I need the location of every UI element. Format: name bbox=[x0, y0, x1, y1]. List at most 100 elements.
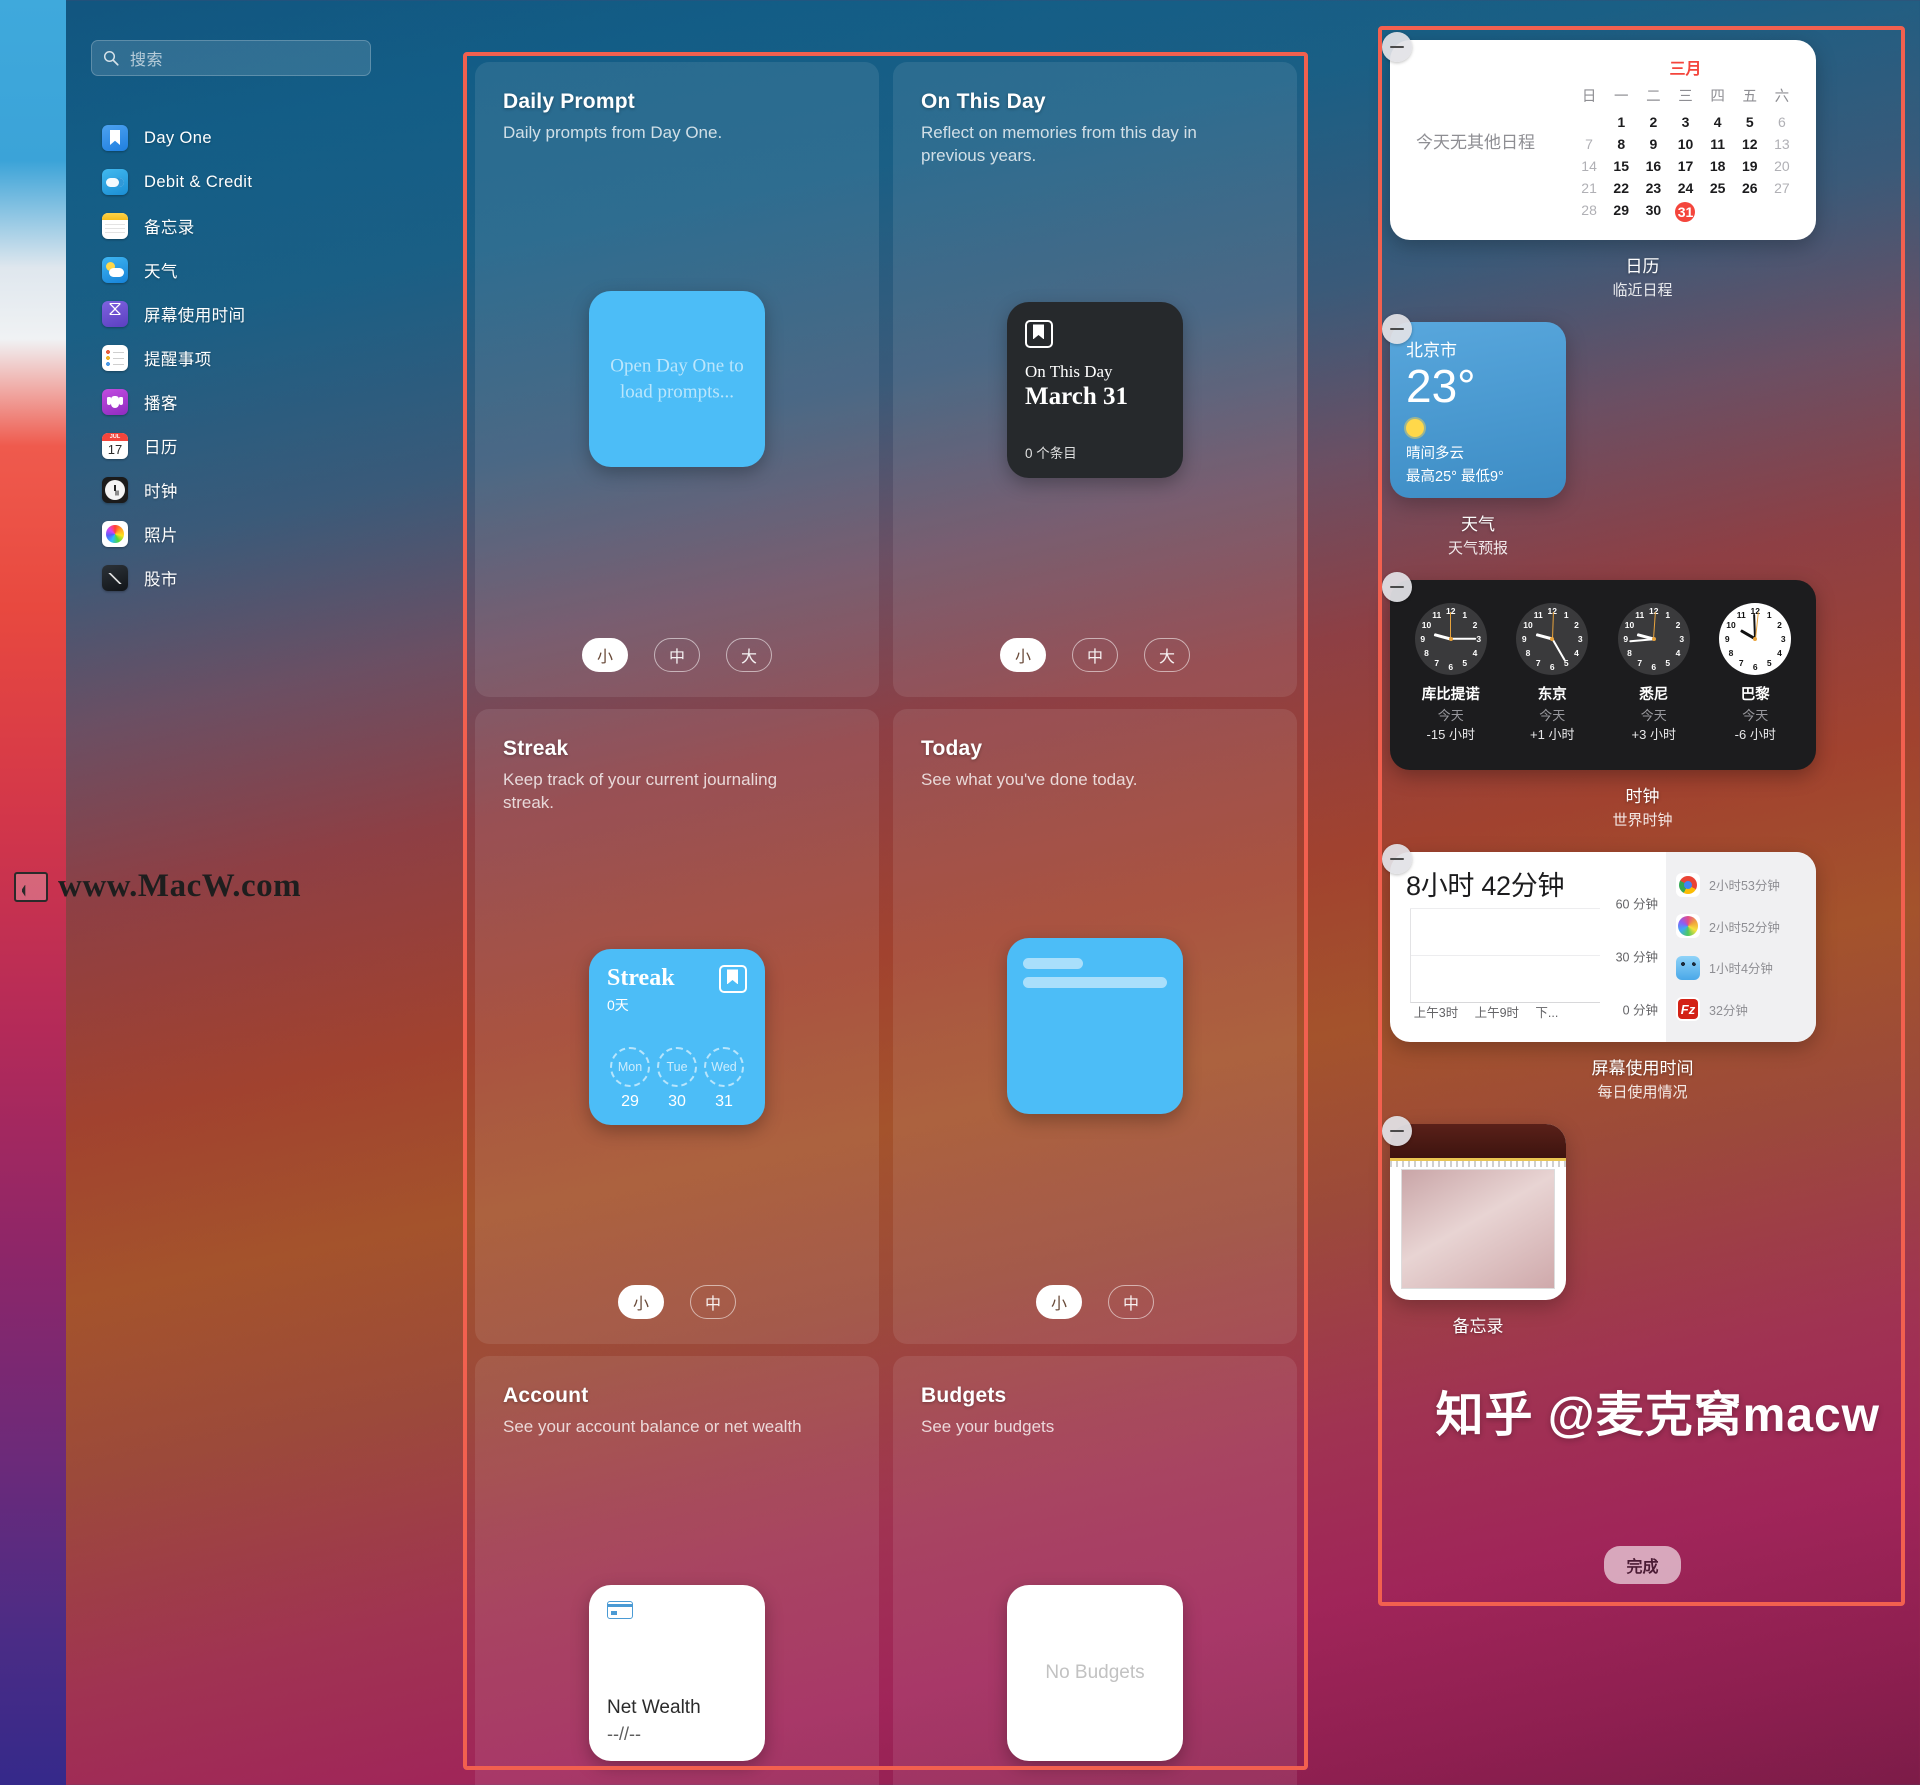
calendar-day[interactable]: 21 bbox=[1573, 177, 1605, 199]
streak-day-number: 30 bbox=[668, 1093, 686, 1111]
bookmark-icon bbox=[1025, 320, 1053, 349]
calendar-day[interactable]: 24 bbox=[1669, 177, 1701, 199]
calendar-day[interactable]: 30 bbox=[1637, 199, 1669, 225]
sidebar-item-screen-time[interactable]: 屏幕使用时间 bbox=[66, 292, 396, 336]
size-option-large[interactable]: 大 bbox=[726, 638, 772, 672]
size-option-medium[interactable]: 中 bbox=[1072, 638, 1118, 672]
calendar-day[interactable]: 13 bbox=[1766, 133, 1798, 155]
calendar-day[interactable]: 10 bbox=[1669, 133, 1701, 155]
gallery-card-daily-prompt[interactable]: Daily Prompt Daily prompts from Day One.… bbox=[475, 62, 879, 697]
card-subtitle: See your account balance or net wealth bbox=[503, 1417, 802, 1436]
on-this-day-count: 0 个条目 bbox=[1025, 446, 1077, 462]
stack-item-calendar[interactable]: 今天无其他日程 三月 日 一 二 三 四 五 六 1 2 3 4 5 6 7 8… bbox=[1382, 32, 1895, 300]
size-option-medium[interactable]: 中 bbox=[654, 638, 700, 672]
search-input[interactable]: 搜索 bbox=[91, 40, 371, 76]
calendar-day[interactable]: 26 bbox=[1734, 177, 1766, 199]
monitor-icon bbox=[14, 871, 48, 902]
calendar-day[interactable]: 1 bbox=[1605, 111, 1637, 133]
sidebar-item-day-one[interactable]: Day One bbox=[66, 116, 396, 160]
widget-preview-today[interactable] bbox=[1007, 937, 1183, 1114]
calendar-day-today[interactable]: 31 bbox=[1669, 199, 1701, 225]
calendar-day[interactable]: 14 bbox=[1573, 155, 1605, 177]
weather-widget[interactable]: 北京市 23° 晴间多云 最高25° 最低9° bbox=[1390, 322, 1566, 498]
world-clock-widget[interactable]: 1 2 3 4 5 6 7 8 9 10 11 12 库比提诺 今天 -15 小时 123456789… bbox=[1390, 580, 1816, 770]
streak-day-label: Tue bbox=[657, 1047, 697, 1088]
calendar-day[interactable]: 29 bbox=[1605, 199, 1637, 225]
widget-preview-account[interactable]: Net Wealth --//-- bbox=[589, 1584, 765, 1761]
calendar-day[interactable]: 19 bbox=[1734, 155, 1766, 177]
minus-circle-icon[interactable] bbox=[1382, 844, 1412, 874]
calendar-day[interactable]: 5 bbox=[1734, 111, 1766, 133]
calendar-day[interactable]: 23 bbox=[1637, 177, 1669, 199]
stack-item-clock[interactable]: 1 2 3 4 5 6 7 8 9 10 11 12 库比提诺 今天 -15 小时 123456789… bbox=[1382, 572, 1895, 830]
calendar-day[interactable]: 15 bbox=[1605, 155, 1637, 177]
widget-preview-budgets[interactable]: No Budgets bbox=[1007, 1584, 1183, 1761]
calendar-day[interactable]: 2 bbox=[1637, 111, 1669, 133]
sidebar-item-debit-credit[interactable]: Debit & Credit bbox=[66, 160, 396, 204]
calendar-day[interactable]: 20 bbox=[1766, 155, 1798, 177]
caption-desc: 每日使用情况 bbox=[1597, 1084, 1688, 1101]
minus-circle-icon[interactable] bbox=[1382, 32, 1412, 62]
calendar-day[interactable]: 22 bbox=[1605, 177, 1637, 199]
stack-item-screen-time[interactable]: 8小时 42分钟 60 分钟 30 分钟 0 分钟 上午3时 上午9时 下... 2小时… bbox=[1382, 844, 1895, 1102]
size-option-small[interactable]: 小 bbox=[618, 1285, 664, 1319]
card-subtitle: See what you've done today. bbox=[921, 770, 1138, 789]
screen-time-widget[interactable]: 8小时 42分钟 60 分钟 30 分钟 0 分钟 上午3时 上午9时 下... 2小时… bbox=[1390, 852, 1816, 1042]
sidebar-item-stocks[interactable]: 股市 bbox=[66, 556, 396, 600]
sidebar-item-clock[interactable]: 时钟 bbox=[66, 468, 396, 512]
minus-circle-icon[interactable] bbox=[1382, 1116, 1412, 1146]
reminders-app-icon bbox=[102, 345, 128, 371]
notes-widget[interactable] bbox=[1390, 1124, 1566, 1300]
calendar-day[interactable]: 28 bbox=[1573, 199, 1605, 225]
size-option-small[interactable]: 小 bbox=[582, 638, 628, 672]
calendar-day[interactable]: 27 bbox=[1766, 177, 1798, 199]
done-button[interactable]: 完成 bbox=[1390, 1546, 1895, 1584]
calendar-day[interactable] bbox=[1573, 111, 1605, 133]
gallery-card-on-this-day[interactable]: On This Day Reflect on memories from thi… bbox=[893, 62, 1297, 697]
sidebar-item-podcasts[interactable]: 播客 bbox=[66, 380, 396, 424]
streak-day-count: 0天 bbox=[607, 997, 629, 1014]
calendar-day[interactable]: 18 bbox=[1702, 155, 1734, 177]
sidebar-item-notes[interactable]: 备忘录 bbox=[66, 204, 396, 248]
streak-day-label: Mon bbox=[610, 1047, 650, 1088]
gallery-card-today[interactable]: Today See what you've done today. 小 中 bbox=[893, 709, 1297, 1344]
minus-circle-icon[interactable] bbox=[1382, 572, 1412, 602]
calendar-day[interactable]: 7 bbox=[1573, 133, 1605, 155]
size-option-large[interactable]: 大 bbox=[1144, 638, 1190, 672]
watermark-text: www.MacW.com bbox=[58, 868, 302, 904]
calendar-day[interactable]: 25 bbox=[1702, 177, 1734, 199]
calendar-day[interactable]: 6 bbox=[1766, 111, 1798, 133]
widget-preview-streak[interactable]: Streak 0天 Mon 29 Tue 30 Wed 31 bbox=[589, 949, 765, 1126]
size-option-medium[interactable]: 中 bbox=[1108, 1285, 1154, 1319]
sidebar-item-reminders[interactable]: 提醒事项 bbox=[66, 336, 396, 380]
widget-preview-daily-prompt[interactable]: Open Day One to load prompts... bbox=[589, 290, 765, 467]
caption-name: 时钟 bbox=[1625, 787, 1660, 806]
calendar-dow: 四 bbox=[1710, 89, 1725, 105]
sidebar-item-photos[interactable]: 照片 bbox=[66, 512, 396, 556]
calendar-widget[interactable]: 今天无其他日程 三月 日 一 二 三 四 五 六 1 2 3 4 5 6 7 8… bbox=[1390, 40, 1816, 240]
calendar-day[interactable]: 9 bbox=[1637, 133, 1669, 155]
calendar-day[interactable]: 11 bbox=[1702, 133, 1734, 155]
calendar-day[interactable]: 8 bbox=[1605, 133, 1637, 155]
calendar-day[interactable]: 16 bbox=[1637, 155, 1669, 177]
widget-preview-on-this-day[interactable]: On This Day March 31 0 个条目 bbox=[1007, 302, 1183, 479]
calendar-day[interactable]: 3 bbox=[1669, 111, 1701, 133]
calendar-day[interactable]: 17 bbox=[1669, 155, 1701, 177]
minus-circle-icon[interactable] bbox=[1382, 314, 1412, 344]
size-option-small[interactable]: 小 bbox=[1000, 638, 1046, 672]
gallery-card-streak[interactable]: Streak Keep track of your current journa… bbox=[475, 709, 879, 1344]
photos-app-icon bbox=[102, 521, 128, 547]
size-option-small[interactable]: 小 bbox=[1036, 1285, 1082, 1319]
sidebar-item-calendar[interactable]: 日历 bbox=[66, 424, 396, 468]
chrome-icon bbox=[1676, 872, 1700, 897]
calendar-day[interactable]: 4 bbox=[1702, 111, 1734, 133]
watermark: www.MacW.com bbox=[14, 868, 301, 905]
gallery-card-budgets[interactable]: Budgets See your budgets No Budgets bbox=[893, 1356, 1297, 1785]
gallery-card-account[interactable]: Account See your account balance or net … bbox=[475, 1356, 879, 1785]
clock-face: 123456789101112 bbox=[1414, 603, 1487, 675]
size-option-medium[interactable]: 中 bbox=[690, 1285, 736, 1319]
stack-item-notes[interactable]: 备忘录 bbox=[1382, 1116, 1895, 1337]
stack-item-weather[interactable]: 北京市 23° 晴间多云 最高25° 最低9° 天气 天气预报 bbox=[1382, 314, 1895, 558]
calendar-day[interactable]: 12 bbox=[1734, 133, 1766, 155]
sidebar-item-weather[interactable]: 天气 bbox=[66, 248, 396, 292]
